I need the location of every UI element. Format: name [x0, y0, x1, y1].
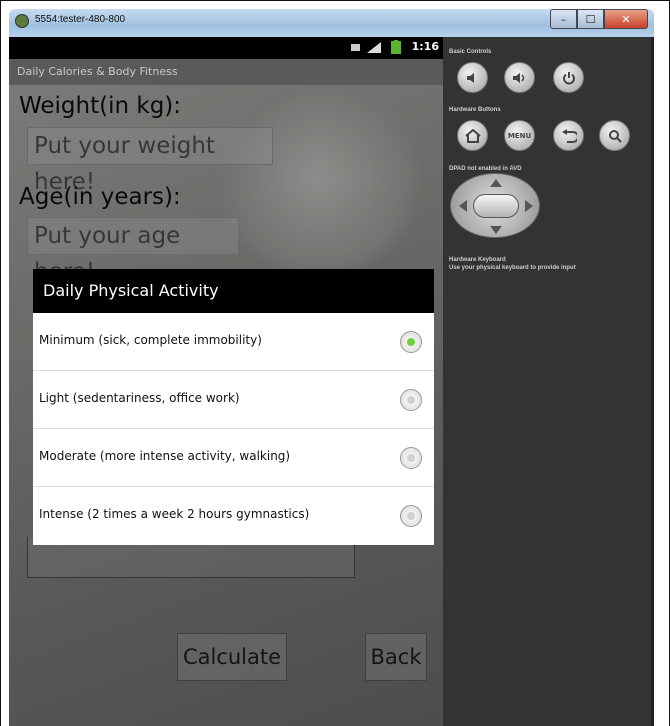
- window-title: 5554:tester-480-800: [35, 14, 126, 25]
- power-button[interactable]: [553, 62, 584, 93]
- activity-option-light[interactable]: Light (sedentariness, office work): [33, 371, 434, 429]
- search-icon: [608, 129, 622, 143]
- emulator-app-icon: [15, 14, 29, 28]
- android-status-bar: 1:16: [9, 37, 443, 59]
- basic-controls-label: Basic Controls: [449, 49, 492, 55]
- volume-up-icon: [512, 72, 524, 83]
- dpad-center[interactable]: [473, 194, 519, 218]
- volume-down-icon: [466, 72, 474, 83]
- radio-button[interactable]: [400, 505, 422, 527]
- dpad-left-icon[interactable]: [459, 200, 467, 212]
- signal-icon: [367, 42, 381, 53]
- activity-dialog: Daily Physical Activity Minimum (sick, c…: [33, 269, 434, 545]
- search-hw-button[interactable]: [599, 120, 630, 151]
- radio-button[interactable]: [400, 389, 422, 411]
- power-icon: [562, 71, 575, 84]
- home-icon: [464, 128, 481, 143]
- emulator-controls-panel: Basic Controls Hardware Buttons MENU DPA…: [443, 37, 654, 726]
- activity-option-minimum[interactable]: Minimum (sick, complete immobility): [33, 313, 434, 371]
- dpad-down-icon[interactable]: [490, 226, 502, 234]
- radio-button[interactable]: [400, 447, 422, 469]
- option-label: Intense (2 times a week 2 hours gymnasti…: [39, 507, 310, 521]
- phone-screen: 1:16 Daily Calories & Body Fitness Weigh…: [9, 37, 443, 726]
- dpad-right-icon[interactable]: [525, 200, 533, 212]
- option-label: Minimum (sick, complete immobility): [39, 333, 262, 347]
- menu-button[interactable]: MENU: [504, 120, 535, 151]
- hardware-buttons-label: Hardware Buttons: [449, 107, 501, 113]
- status-time: 1:16: [411, 40, 439, 53]
- maximize-button[interactable]: ☐: [577, 9, 604, 29]
- keyboard-label: Hardware Keyboard: [449, 257, 506, 263]
- back-hw-button[interactable]: [553, 120, 584, 151]
- option-label: Moderate (more intense activity, walking…: [39, 449, 291, 463]
- radio-button-selected[interactable]: [400, 331, 422, 353]
- volume-down-button[interactable]: [457, 62, 488, 93]
- battery-icon: [391, 40, 401, 54]
- dpad-label: DPAD not enabled in AVD: [449, 166, 522, 172]
- minimize-button[interactable]: –: [550, 9, 577, 29]
- home-button[interactable]: [457, 120, 488, 151]
- activity-option-moderate[interactable]: Moderate (more intense activity, walking…: [33, 429, 434, 487]
- dpad-control[interactable]: [450, 173, 540, 238]
- menu-button-label: MENU: [507, 131, 532, 140]
- volume-up-button[interactable]: [504, 62, 535, 93]
- back-arrow-icon: [561, 128, 577, 143]
- close-button[interactable]: ✕: [604, 9, 648, 29]
- emulator-content: 1:16 Daily Calories & Body Fitness Weigh…: [9, 37, 654, 726]
- window-controls: – ☐ ✕: [550, 9, 648, 29]
- dialog-title: Daily Physical Activity: [33, 269, 434, 313]
- app-title-bar: Daily Calories & Body Fitness: [9, 59, 443, 85]
- dpad-up-icon[interactable]: [490, 179, 502, 187]
- keyboard-hint: Use your physical keyboard to provide in…: [449, 265, 576, 271]
- window-right-edge: [651, 37, 654, 726]
- data-icon: [351, 44, 360, 51]
- option-label: Light (sedentariness, office work): [39, 391, 240, 405]
- activity-option-intense[interactable]: Intense (2 times a week 2 hours gymnasti…: [33, 487, 434, 545]
- window-titlebar[interactable]: 5554:tester-480-800 – ☐ ✕: [9, 9, 654, 37]
